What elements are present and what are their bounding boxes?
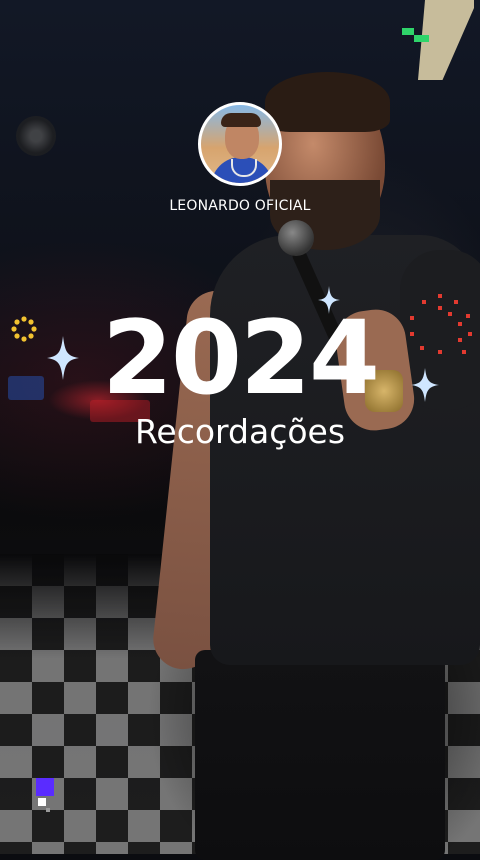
memories-title: 2024 Recordações bbox=[0, 299, 480, 452]
pixel-decoration-icon bbox=[402, 28, 429, 42]
avatar[interactable] bbox=[198, 102, 282, 186]
username-label[interactable]: LEONARDO OFICIAL bbox=[0, 198, 480, 214]
year-heading: 2024 bbox=[102, 299, 380, 418]
profile-header: LEONARDO OFICIAL bbox=[0, 102, 480, 214]
memories-subtitle: Recordações bbox=[134, 412, 346, 451]
microphone bbox=[278, 220, 314, 256]
pixel-decoration-icon bbox=[36, 778, 54, 812]
